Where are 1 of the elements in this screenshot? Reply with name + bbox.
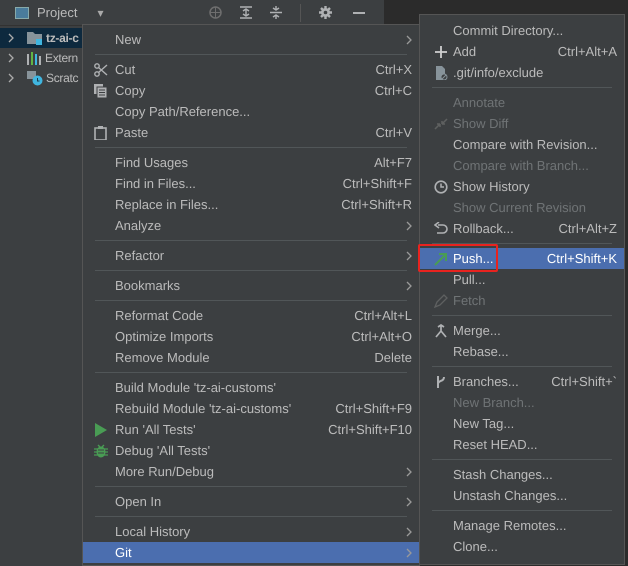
panel-title: Project (37, 4, 78, 22)
